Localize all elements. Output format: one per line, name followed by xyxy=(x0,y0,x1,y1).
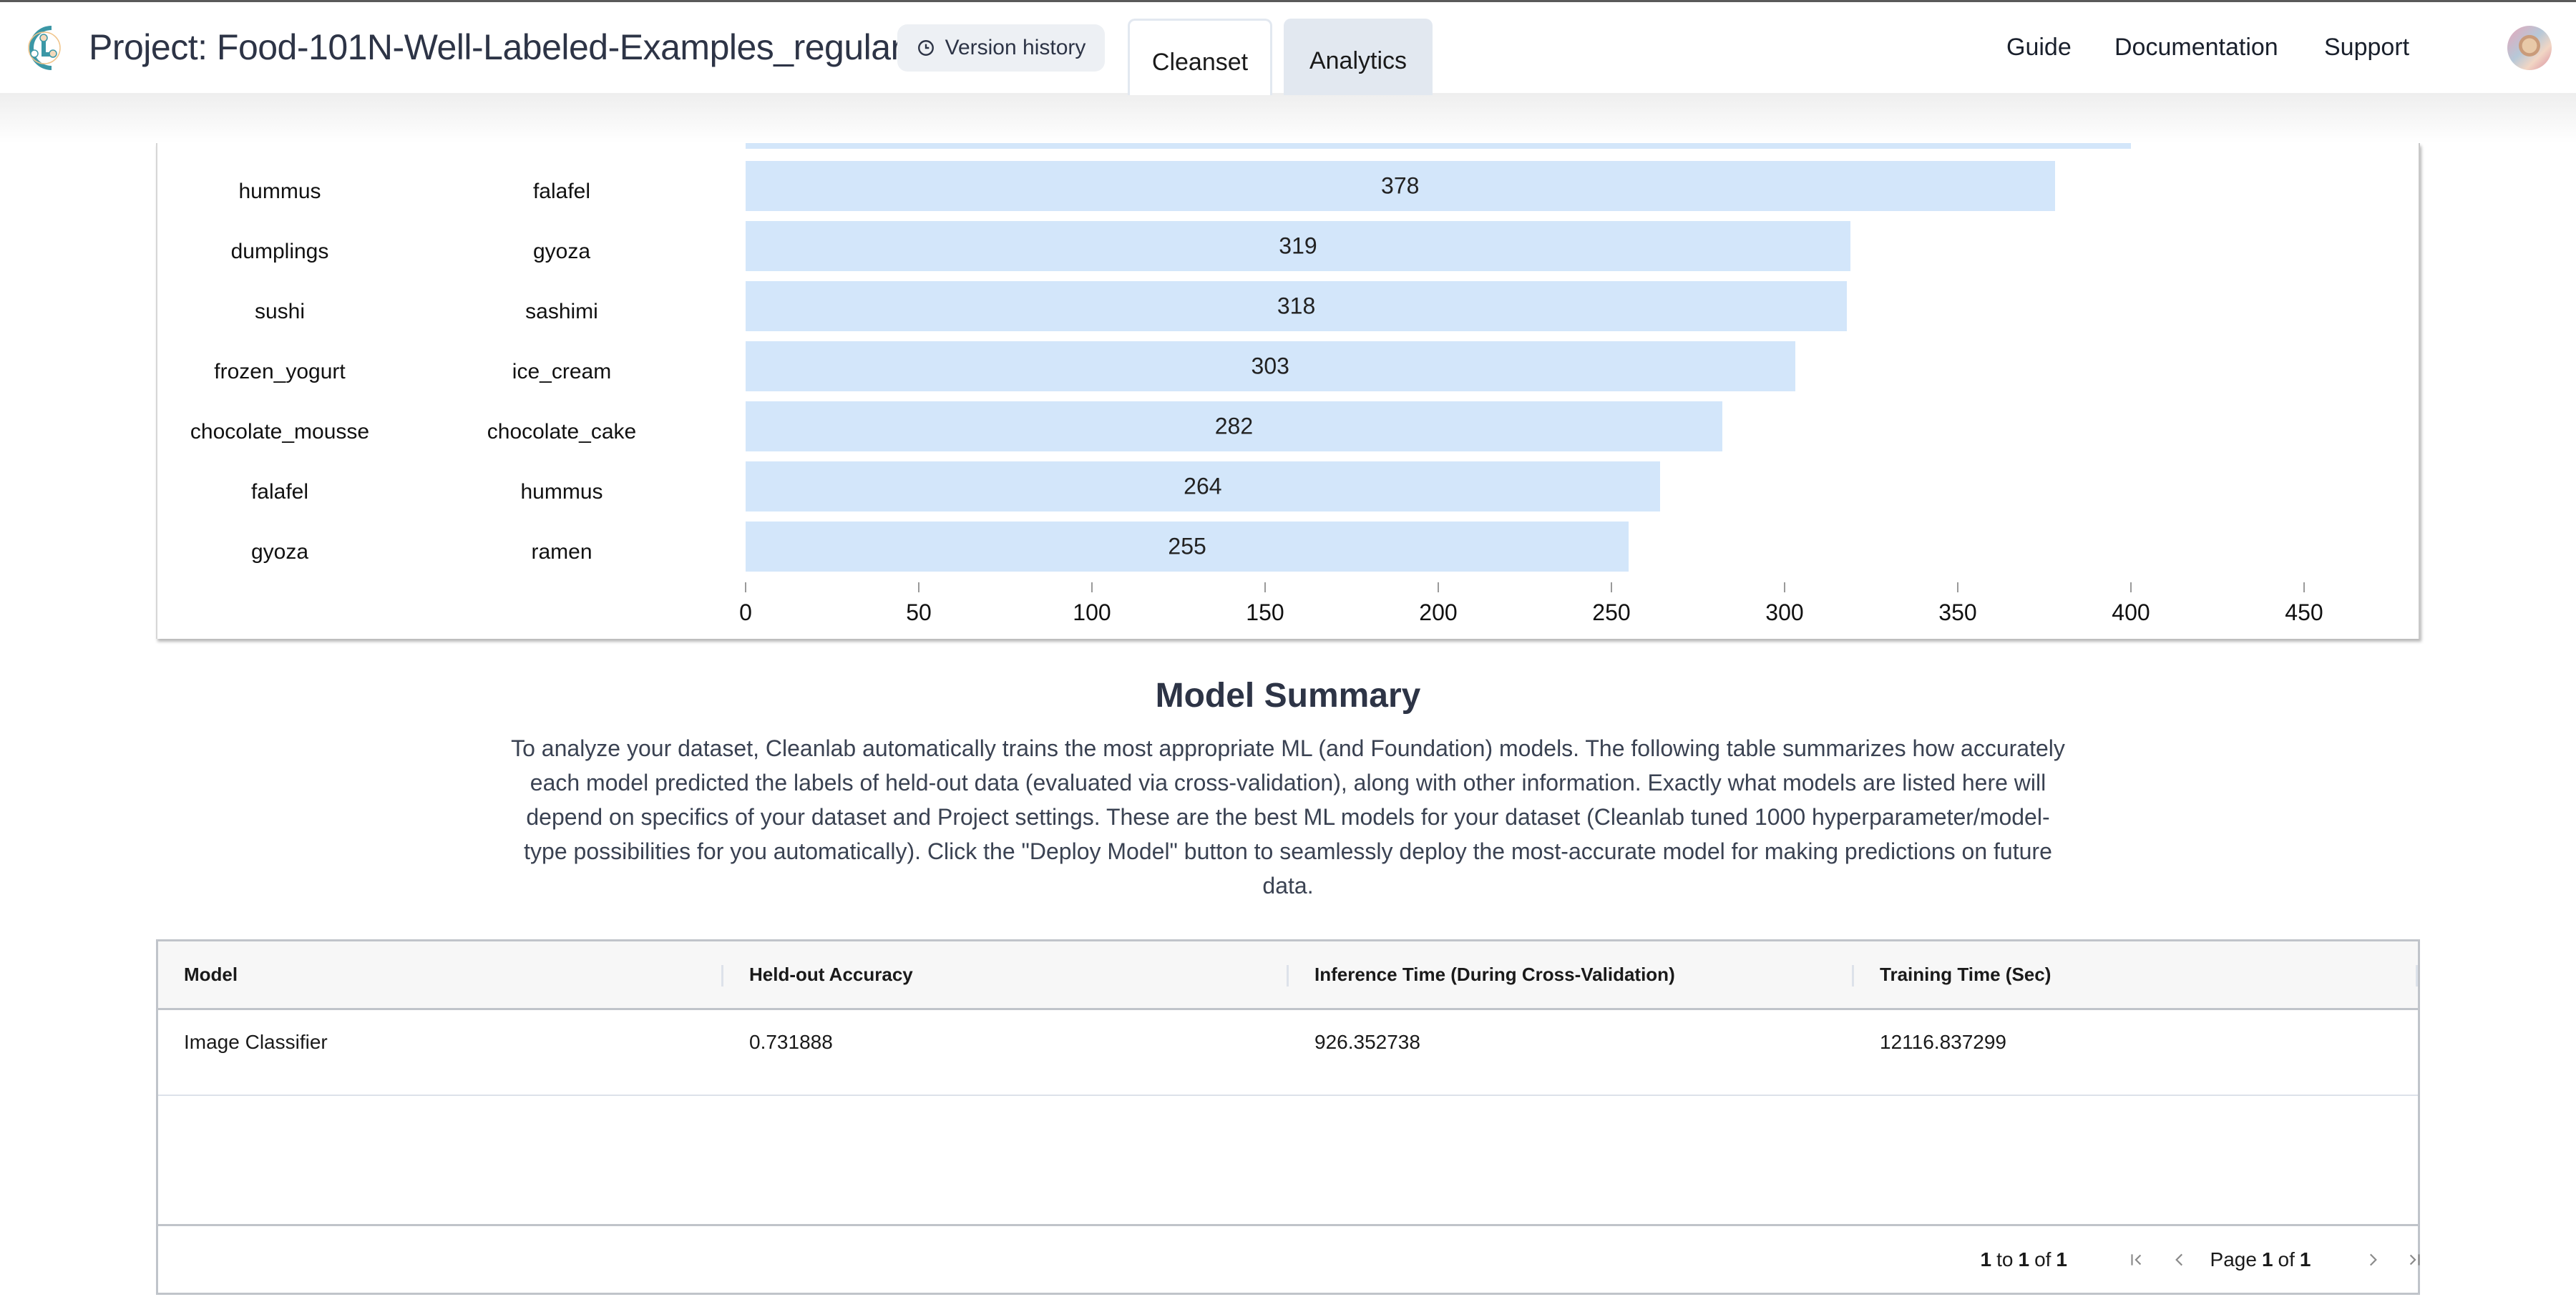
table-header: Model Held-out Accuracy Inference Time (… xyxy=(158,941,2418,1010)
row-total: 1 xyxy=(2056,1248,2067,1271)
bar-value-label: 319 xyxy=(1279,232,1317,259)
given-label: sushi xyxy=(254,300,306,323)
row-to: 1 xyxy=(2018,1248,2030,1271)
description-line: type possibilities for you automatically… xyxy=(524,838,2052,864)
given-label: dumplings xyxy=(230,240,329,263)
of-word: of xyxy=(2034,1248,2051,1271)
x-axis-tick-label: 400 xyxy=(2112,599,2150,625)
description-line: To analyze your dataset, Cleanlab automa… xyxy=(511,735,2065,761)
x-axis-tick xyxy=(2130,582,2132,592)
bar-value-label: 303 xyxy=(1251,353,1289,379)
bar-value-label: 264 xyxy=(1184,473,1222,499)
suggested-label: falafel xyxy=(532,180,591,203)
next-page-icon[interactable] xyxy=(2363,1226,2382,1293)
bar-value-label: 318 xyxy=(1277,293,1316,319)
x-axis-tick-label: 50 xyxy=(906,599,932,625)
nav-support-link[interactable]: Support xyxy=(2324,34,2409,62)
column-resize-handle[interactable] xyxy=(2416,965,2418,987)
description-line: depend on specifics of your dataset and … xyxy=(526,804,2050,830)
cell-training-time: 12116.837299 xyxy=(1880,1031,2006,1053)
x-axis-tick xyxy=(1611,582,1612,592)
suggested-label: sashimi xyxy=(525,300,598,323)
version-history-button[interactable]: Version history xyxy=(897,24,1105,72)
x-axis-tick-label: 150 xyxy=(1246,599,1284,625)
app-header: Project: Food-101N-Well-Labeled-Examples… xyxy=(0,2,2576,95)
suggested-label: gyoza xyxy=(532,240,591,263)
row-count-summary: 1 to 1 of 1 xyxy=(1981,1226,2067,1293)
table-row[interactable]: Image Classifier 0.731888 926.352738 121… xyxy=(158,1010,2418,1096)
cell-model: Image Classifier xyxy=(184,1031,328,1053)
bar-value-label: 255 xyxy=(1168,533,1206,559)
x-axis-tick-label: 0 xyxy=(739,599,752,625)
cleanlab-logo-icon[interactable] xyxy=(23,24,64,72)
chart-bar-partial[interactable] xyxy=(746,143,2131,149)
tab-cleanset[interactable]: Cleanset xyxy=(1128,19,1272,95)
x-axis-tick xyxy=(1957,582,1958,592)
row-from: 1 xyxy=(1980,1248,1992,1271)
tab-analytics[interactable]: Analytics xyxy=(1284,19,1433,95)
suggested-label: hummus xyxy=(520,480,603,504)
x-axis-tick xyxy=(918,582,919,592)
user-avatar[interactable] xyxy=(2507,26,2552,70)
column-header-accuracy[interactable]: Held-out Accuracy xyxy=(723,941,1289,1008)
first-page-icon[interactable] xyxy=(2127,1226,2146,1293)
clock-icon xyxy=(917,40,934,56)
x-axis-tick xyxy=(1091,582,1093,592)
model-summary-title: Model Summary xyxy=(1155,677,1421,715)
description-line: data. xyxy=(1262,873,1314,899)
page-indicator: Page 1 of 1 xyxy=(2167,1226,2353,1293)
column-header-training-time[interactable]: Training Time (Sec) xyxy=(1854,941,2419,1008)
description-line: each model predicted the labels of held-… xyxy=(530,770,2046,795)
x-axis-tick-label: 300 xyxy=(1765,599,1804,625)
project-title: Project: Food-101N-Well-Labeled-Examples… xyxy=(89,27,902,67)
x-axis-tick xyxy=(1784,582,1785,592)
table-pagination: 1 to 1 of 1 Page 1 of 1 xyxy=(158,1224,2420,1293)
x-axis-tick xyxy=(1438,582,1439,592)
x-axis-tick xyxy=(2303,582,2305,592)
x-axis-tick-label: 350 xyxy=(1938,599,1977,625)
bar-value-label: 378 xyxy=(1381,172,1420,199)
nav-guide-link[interactable]: Guide xyxy=(2006,34,2072,62)
x-axis-tick-label: 450 xyxy=(2285,599,2323,625)
to-word: to xyxy=(1996,1248,2014,1271)
x-axis-tick-label: 200 xyxy=(1419,599,1458,625)
given-label: frozen_yogurt xyxy=(214,360,346,383)
model-summary-table: Model Held-out Accuracy Inference Time (… xyxy=(156,939,2420,1295)
cell-inference-time: 926.352738 xyxy=(1314,1031,1420,1053)
moon-icon[interactable] xyxy=(2450,35,2476,61)
x-axis-tick xyxy=(1264,582,1266,592)
of-word: of xyxy=(2278,1248,2295,1271)
given-label: falafel xyxy=(250,480,309,504)
model-summary-description: To analyze your dataset, Cleanlab automa… xyxy=(494,731,2082,903)
cell-accuracy: 0.731888 xyxy=(749,1031,833,1053)
page-word: Page xyxy=(2210,1248,2257,1271)
bar-value-label: 282 xyxy=(1214,413,1254,439)
x-axis-tick xyxy=(745,582,746,592)
x-axis-tick-label: 100 xyxy=(1073,599,1111,625)
current-page: 1 xyxy=(2261,1248,2273,1271)
suggested-label: ramen xyxy=(531,540,592,564)
given-label: chocolate_mousse xyxy=(190,420,370,444)
total-pages: 1 xyxy=(2299,1248,2311,1271)
suggested-label: chocolate_cake xyxy=(487,420,637,444)
column-header-model[interactable]: Model xyxy=(158,941,723,1008)
given-label: gyoza xyxy=(250,540,309,564)
header-shadow xyxy=(0,93,2576,143)
version-history-label: Version history xyxy=(945,36,1086,59)
nav-documentation-link[interactable]: Documentation xyxy=(2114,34,2278,62)
suggested-label: ice_cream xyxy=(512,360,612,383)
given-label: hummus xyxy=(238,180,321,203)
x-axis-tick-label: 250 xyxy=(1592,599,1631,625)
column-header-inference-time[interactable]: Inference Time (During Cross-Validation) xyxy=(1289,941,1854,1008)
last-page-icon[interactable] xyxy=(2405,1226,2424,1293)
